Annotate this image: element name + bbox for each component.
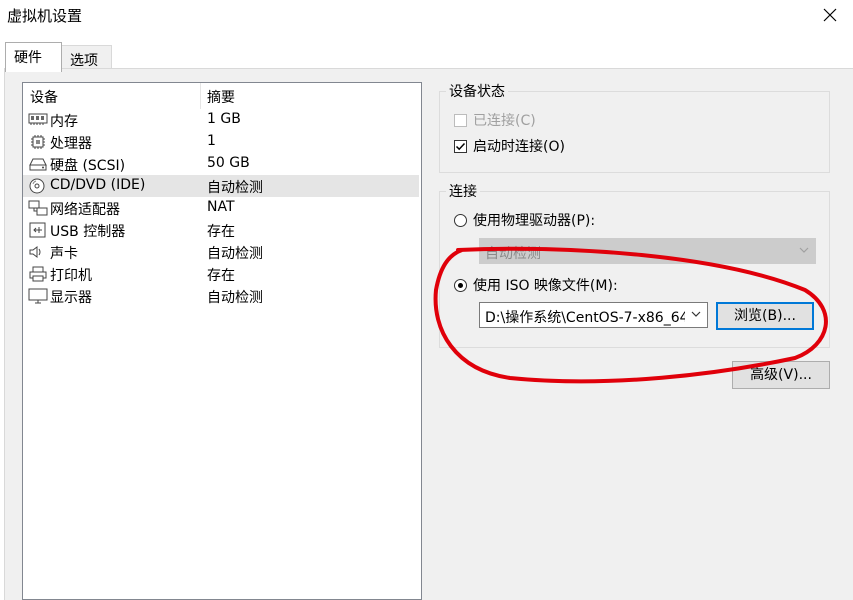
device-row-processor[interactable]: 处理器 1 — [23, 131, 419, 153]
speaker-icon — [28, 244, 48, 260]
device-summary: 50 GB — [207, 155, 250, 171]
checkbox-box — [454, 113, 467, 127]
radio-circle — [454, 213, 467, 227]
device-summary: 存在 — [207, 268, 235, 284]
device-status-group: 设备状态 已连接(C) 启动时连接(O) — [439, 81, 830, 173]
select-value: 自动检测 — [485, 246, 541, 262]
tab-hardware[interactable]: 硬件 — [5, 42, 62, 72]
device-row-sound[interactable]: 声卡 自动检测 — [23, 241, 419, 263]
device-list[interactable]: 设备 摘要 内存 1 GB 处理器 1 硬盘 (SCSI) 50 GB CD/D… — [22, 82, 422, 600]
connect-at-power-on-checkbox[interactable]: 启动时连接(O) — [454, 136, 565, 156]
usb-icon — [28, 222, 48, 238]
device-summary: 1 GB — [207, 111, 241, 127]
browse-button[interactable]: 浏览(B)... — [716, 302, 814, 330]
device-name: 硬盘 (SCSI) — [50, 158, 126, 174]
device-summary: 1 — [207, 133, 216, 149]
close-icon — [823, 8, 837, 22]
iso-image-radio[interactable]: 使用 ISO 映像文件(M): — [454, 275, 618, 295]
device-row-network[interactable]: 网络适配器 NAT — [23, 197, 419, 219]
monitor-icon — [28, 288, 48, 304]
tab-strip: 硬件 选项 — [0, 38, 853, 72]
device-summary: 自动检测 — [207, 246, 263, 262]
physical-drive-select[interactable]: 自动检测 — [479, 238, 816, 264]
connection-group: 连接 使用物理驱动器(P): 自动检测 使用 ISO 映像文件(M): D:\操… — [439, 181, 830, 348]
device-name: 网络适配器 — [50, 202, 120, 218]
radio-label: 使用 ISO 映像文件(M): — [473, 278, 618, 294]
device-row-display[interactable]: 显示器 自动检测 — [23, 285, 419, 307]
iso-path-value: D:\操作系统\CentOS-7-x86_64 — [485, 310, 685, 326]
physical-drive-radio[interactable]: 使用物理驱动器(P): — [454, 210, 595, 230]
device-row-usb[interactable]: USB 控制器 存在 — [23, 219, 419, 241]
device-summary: NAT — [207, 199, 235, 215]
device-row-printer[interactable]: 打印机 存在 — [23, 263, 419, 285]
radio-label: 使用物理驱动器(P): — [473, 213, 596, 229]
checkbox-box — [454, 139, 467, 153]
group-title: 连接 — [446, 181, 480, 201]
device-name: 打印机 — [50, 268, 92, 284]
device-name: 声卡 — [50, 246, 78, 262]
device-name: 内存 — [50, 114, 78, 130]
printer-icon — [28, 266, 48, 282]
chevron-down-icon — [799, 247, 809, 253]
cd-icon — [28, 178, 48, 194]
device-name: 显示器 — [50, 290, 92, 306]
advanced-button[interactable]: 高级(V)... — [732, 361, 830, 389]
device-name: 处理器 — [50, 136, 92, 152]
checkbox-label: 启动时连接(O) — [473, 139, 565, 155]
cpu-icon — [28, 134, 48, 150]
checkmark-icon — [455, 142, 466, 150]
connected-checkbox[interactable]: 已连接(C) — [454, 110, 536, 130]
column-divider[interactable] — [200, 83, 201, 109]
device-name: USB 控制器 — [50, 224, 126, 240]
device-row-memory[interactable]: 内存 1 GB — [23, 109, 419, 131]
checkbox-label: 已连接(C) — [473, 113, 536, 129]
device-row-harddisk[interactable]: 硬盘 (SCSI) 50 GB — [23, 153, 419, 175]
list-header: 设备 摘要 — [23, 83, 421, 109]
device-name: CD/DVD (IDE) — [50, 177, 146, 193]
device-summary: 存在 — [207, 224, 235, 240]
network-icon — [28, 200, 48, 216]
group-title: 设备状态 — [446, 81, 508, 101]
column-header-summary[interactable]: 摘要 — [207, 87, 235, 107]
iso-path-combobox[interactable]: D:\操作系统\CentOS-7-x86_64 — [479, 302, 708, 328]
chevron-down-icon — [691, 311, 701, 317]
column-header-device[interactable]: 设备 — [30, 87, 58, 107]
memory-icon — [28, 112, 48, 128]
close-button[interactable] — [809, 0, 853, 30]
radio-circle — [454, 278, 467, 292]
device-summary: 自动检测 — [207, 290, 263, 306]
harddisk-icon — [28, 156, 48, 172]
title-bar: 虚拟机设置 — [0, 0, 853, 32]
device-summary: 自动检测 — [207, 180, 263, 196]
window-title: 虚拟机设置 — [7, 7, 83, 25]
device-row-cd-dvd[interactable]: CD/DVD (IDE) 自动检测 — [23, 175, 419, 197]
